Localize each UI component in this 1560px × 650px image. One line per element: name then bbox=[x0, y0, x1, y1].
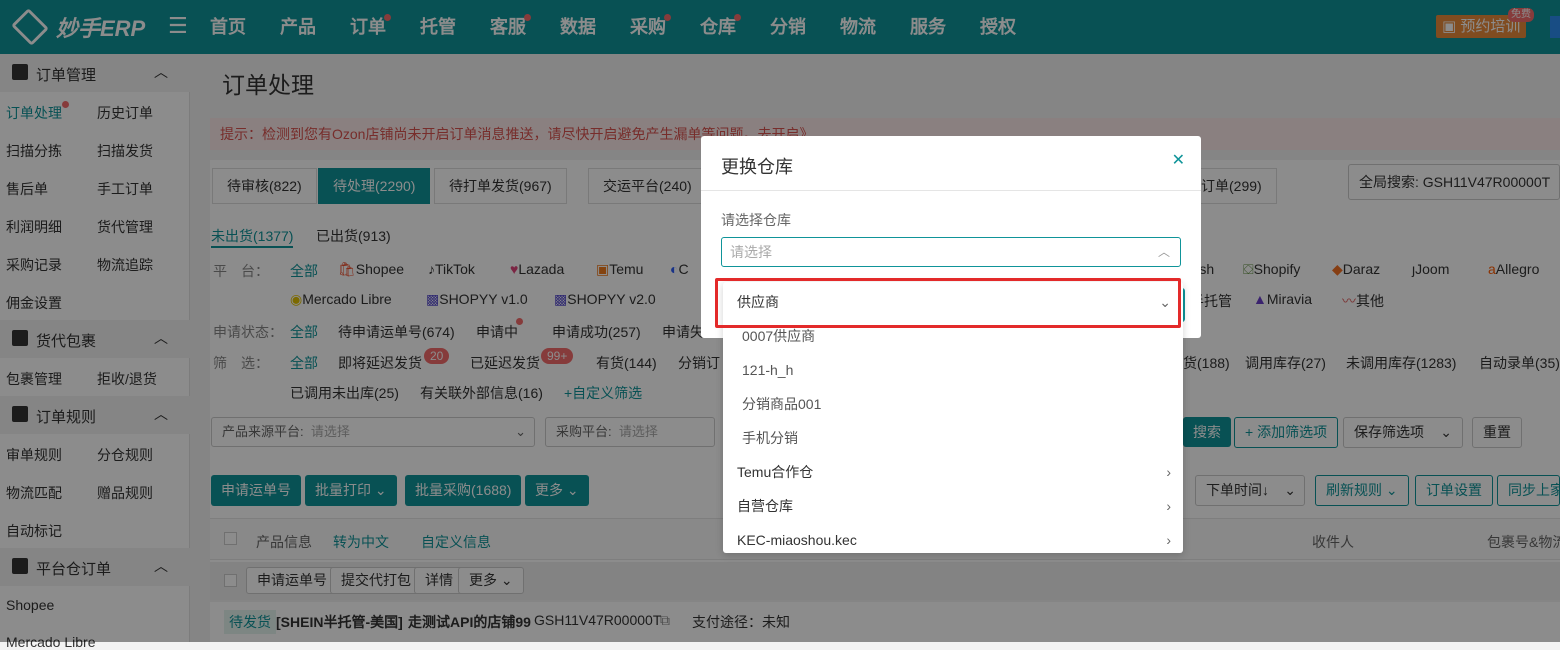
option-label: 分销商品001 bbox=[742, 396, 822, 412]
highlight-box bbox=[715, 278, 1181, 328]
dialog-divider bbox=[701, 190, 1201, 191]
option-label: Temu合作仓 bbox=[737, 464, 814, 480]
warehouse-option-kec[interactable]: KEC-miaoshou.kec › bbox=[723, 523, 1183, 553]
warehouse-select-label: 请选择仓库 bbox=[721, 212, 791, 228]
dialog-title: 更换仓库 bbox=[721, 157, 793, 177]
option-label: 自营仓库 bbox=[737, 498, 793, 514]
warehouse-option-temu-partner[interactable]: Temu合作仓 › bbox=[723, 455, 1183, 489]
warehouse-select-placeholder: 请选择 bbox=[730, 244, 772, 260]
warehouse-option-self-operated[interactable]: 自营仓库 › bbox=[723, 489, 1183, 523]
option-label: KEC-miaoshou.kec bbox=[737, 532, 857, 548]
warehouse-select[interactable]: 请选择 ︿ bbox=[721, 237, 1181, 267]
warehouse-option-mobile-distribution[interactable]: 手机分销 bbox=[723, 421, 1183, 455]
option-label: 手机分销 bbox=[742, 430, 798, 446]
warehouse-option-distribution-001[interactable]: 分销商品001 bbox=[723, 387, 1183, 421]
chevron-right-icon: › bbox=[1166, 498, 1171, 514]
chevron-up-icon: ︿ bbox=[1157, 245, 1170, 259]
chevron-right-icon: › bbox=[1166, 464, 1171, 480]
warehouse-option-121-hh[interactable]: 121-h_h bbox=[723, 353, 1183, 387]
close-icon[interactable]: ✕ bbox=[1172, 150, 1185, 170]
chevron-right-icon: › bbox=[1166, 532, 1171, 548]
option-label: 121-h_h bbox=[742, 362, 794, 378]
